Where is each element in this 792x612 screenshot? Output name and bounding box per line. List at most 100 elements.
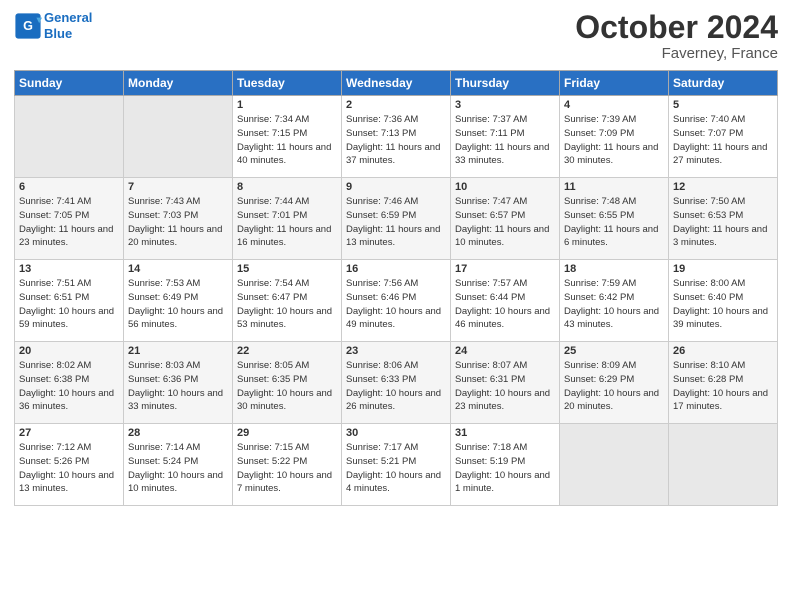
logo-icon: G (14, 12, 42, 40)
day-info: Sunrise: 7:48 AM Sunset: 6:55 PM Dayligh… (564, 195, 664, 250)
day-info: Sunrise: 7:46 AM Sunset: 6:59 PM Dayligh… (346, 195, 446, 250)
day-number: 11 (564, 181, 664, 193)
day-number: 6 (19, 181, 119, 193)
day-number: 24 (455, 345, 555, 357)
header: G General Blue October 2024 Faverney, Fr… (14, 10, 778, 62)
week-row-3: 13Sunrise: 7:51 AM Sunset: 6:51 PM Dayli… (15, 260, 778, 342)
day-number: 26 (673, 345, 773, 357)
day-number: 3 (455, 99, 555, 111)
day-number: 21 (128, 345, 228, 357)
day-info: Sunrise: 7:17 AM Sunset: 5:21 PM Dayligh… (346, 441, 446, 496)
day-info: Sunrise: 7:36 AM Sunset: 7:13 PM Dayligh… (346, 113, 446, 168)
calendar-cell: 23Sunrise: 8:06 AM Sunset: 6:33 PM Dayli… (342, 342, 451, 424)
day-number: 10 (455, 181, 555, 193)
day-number: 18 (564, 263, 664, 275)
page-container: G General Blue October 2024 Faverney, Fr… (0, 0, 792, 516)
day-number: 31 (455, 427, 555, 439)
day-info: Sunrise: 8:06 AM Sunset: 6:33 PM Dayligh… (346, 359, 446, 414)
calendar-cell: 3 Sunrise: 7:37 AM Sunset: 7:11 PM Daylig… (451, 96, 560, 178)
title-block: October 2024 Faverney, France (575, 10, 778, 62)
calendar-cell: 24Sunrise: 8:07 AM Sunset: 6:31 PM Dayli… (451, 342, 560, 424)
day-info: Sunrise: 7:15 AM Sunset: 5:22 PM Dayligh… (237, 441, 337, 496)
day-info: Sunrise: 8:00 AM Sunset: 6:40 PM Dayligh… (673, 277, 773, 332)
day-info: Sunrise: 7:56 AM Sunset: 6:46 PM Dayligh… (346, 277, 446, 332)
day-number: 27 (19, 427, 119, 439)
day-number: 2 (346, 99, 446, 111)
calendar-cell: 27Sunrise: 7:12 AM Sunset: 5:26 PM Dayli… (15, 424, 124, 506)
day-info: Sunrise: 7:50 AM Sunset: 6:53 PM Dayligh… (673, 195, 773, 250)
day-info: Sunrise: 7:54 AM Sunset: 6:47 PM Dayligh… (237, 277, 337, 332)
day-number: 16 (346, 263, 446, 275)
calendar-cell: 11 Sunrise: 7:48 AM Sunset: 6:55 PM Dayli… (560, 178, 669, 260)
calendar-cell: 26 Sunrise: 8:10 AM Sunset: 6:28 PM Dayli… (669, 342, 778, 424)
svg-text:G: G (23, 19, 33, 33)
day-number: 4 (564, 99, 664, 111)
day-number: 28 (128, 427, 228, 439)
calendar-cell: 19 Sunrise: 8:00 AM Sunset: 6:40 PM Dayli… (669, 260, 778, 342)
calendar-cell: 7 Sunrise: 7:43 AM Sunset: 7:03 PM Daylig… (124, 178, 233, 260)
day-info: Sunrise: 8:03 AM Sunset: 6:36 PM Dayligh… (128, 359, 228, 414)
day-info: Sunrise: 7:39 AM Sunset: 7:09 PM Dayligh… (564, 113, 664, 168)
day-info: Sunrise: 8:05 AM Sunset: 6:35 PM Dayligh… (237, 359, 337, 414)
day-number: 25 (564, 345, 664, 357)
day-info: Sunrise: 7:40 AM Sunset: 7:07 PM Dayligh… (673, 113, 773, 168)
col-header-sunday: Sunday (15, 71, 124, 96)
day-number: 9 (346, 181, 446, 193)
day-info: Sunrise: 7:57 AM Sunset: 6:44 PM Dayligh… (455, 277, 555, 332)
calendar-cell: 10 Sunrise: 7:47 AM Sunset: 6:57 PM Dayli… (451, 178, 560, 260)
calendar-cell: 4 Sunrise: 7:39 AM Sunset: 7:09 PM Daylig… (560, 96, 669, 178)
day-number: 29 (237, 427, 337, 439)
day-info: Sunrise: 8:02 AM Sunset: 6:38 PM Dayligh… (19, 359, 119, 414)
calendar-cell: 30Sunrise: 7:17 AM Sunset: 5:21 PM Dayli… (342, 424, 451, 506)
day-number: 19 (673, 263, 773, 275)
calendar-cell: 15 Sunrise: 7:54 AM Sunset: 6:47 PM Dayli… (233, 260, 342, 342)
header-row: SundayMondayTuesdayWednesdayThursdayFrid… (15, 71, 778, 96)
day-info: Sunrise: 8:10 AM Sunset: 6:28 PM Dayligh… (673, 359, 773, 414)
calendar-cell: 16 Sunrise: 7:56 AM Sunset: 6:46 PM Dayli… (342, 260, 451, 342)
calendar-cell: 17 Sunrise: 7:57 AM Sunset: 6:44 PM Dayli… (451, 260, 560, 342)
col-header-saturday: Saturday (669, 71, 778, 96)
day-info: Sunrise: 7:53 AM Sunset: 6:49 PM Dayligh… (128, 277, 228, 332)
week-row-4: 20Sunrise: 8:02 AM Sunset: 6:38 PM Dayli… (15, 342, 778, 424)
calendar-cell: 12 Sunrise: 7:50 AM Sunset: 6:53 PM Dayli… (669, 178, 778, 260)
calendar-cell: 14Sunrise: 7:53 AM Sunset: 6:49 PM Dayli… (124, 260, 233, 342)
day-info: Sunrise: 7:34 AM Sunset: 7:15 PM Dayligh… (237, 113, 337, 168)
logo: G General Blue (14, 10, 92, 41)
day-info: Sunrise: 7:18 AM Sunset: 5:19 PM Dayligh… (455, 441, 555, 496)
location: Faverney, France (575, 45, 778, 62)
month-title: October 2024 (575, 10, 778, 45)
col-header-friday: Friday (560, 71, 669, 96)
day-number: 17 (455, 263, 555, 275)
col-header-tuesday: Tuesday (233, 71, 342, 96)
calendar-cell (669, 424, 778, 506)
day-info: Sunrise: 7:47 AM Sunset: 6:57 PM Dayligh… (455, 195, 555, 250)
day-number: 12 (673, 181, 773, 193)
calendar-cell: 20Sunrise: 8:02 AM Sunset: 6:38 PM Dayli… (15, 342, 124, 424)
calendar-cell: 13Sunrise: 7:51 AM Sunset: 6:51 PM Dayli… (15, 260, 124, 342)
calendar-cell: 22 Sunrise: 8:05 AM Sunset: 6:35 PM Dayli… (233, 342, 342, 424)
calendar-cell: 1Sunrise: 7:34 AM Sunset: 7:15 PM Daylig… (233, 96, 342, 178)
day-number: 5 (673, 99, 773, 111)
day-info: Sunrise: 7:14 AM Sunset: 5:24 PM Dayligh… (128, 441, 228, 496)
day-info: Sunrise: 7:37 AM Sunset: 7:11 PM Dayligh… (455, 113, 555, 168)
col-header-monday: Monday (124, 71, 233, 96)
day-info: Sunrise: 7:43 AM Sunset: 7:03 PM Dayligh… (128, 195, 228, 250)
day-number: 22 (237, 345, 337, 357)
week-row-2: 6 Sunrise: 7:41 AM Sunset: 7:05 PM Daylig… (15, 178, 778, 260)
day-info: Sunrise: 7:41 AM Sunset: 7:05 PM Dayligh… (19, 195, 119, 250)
calendar-cell: 6 Sunrise: 7:41 AM Sunset: 7:05 PM Daylig… (15, 178, 124, 260)
calendar-cell: 29 Sunrise: 7:15 AM Sunset: 5:22 PM Dayli… (233, 424, 342, 506)
calendar-cell: 31 Sunrise: 7:18 AM Sunset: 5:19 PM Dayli… (451, 424, 560, 506)
day-number: 7 (128, 181, 228, 193)
col-header-wednesday: Wednesday (342, 71, 451, 96)
day-number: 15 (237, 263, 337, 275)
calendar-cell: 2 Sunrise: 7:36 AM Sunset: 7:13 PM Daylig… (342, 96, 451, 178)
calendar-cell (124, 96, 233, 178)
calendar-cell: 28 Sunrise: 7:14 AM Sunset: 5:24 PM Dayli… (124, 424, 233, 506)
day-number: 13 (19, 263, 119, 275)
calendar-cell: 18 Sunrise: 7:59 AM Sunset: 6:42 PM Dayli… (560, 260, 669, 342)
logo-text: General Blue (44, 10, 92, 41)
day-info: Sunrise: 7:59 AM Sunset: 6:42 PM Dayligh… (564, 277, 664, 332)
calendar-table: SundayMondayTuesdayWednesdayThursdayFrid… (14, 70, 778, 506)
calendar-cell: 5 Sunrise: 7:40 AM Sunset: 7:07 PM Daylig… (669, 96, 778, 178)
